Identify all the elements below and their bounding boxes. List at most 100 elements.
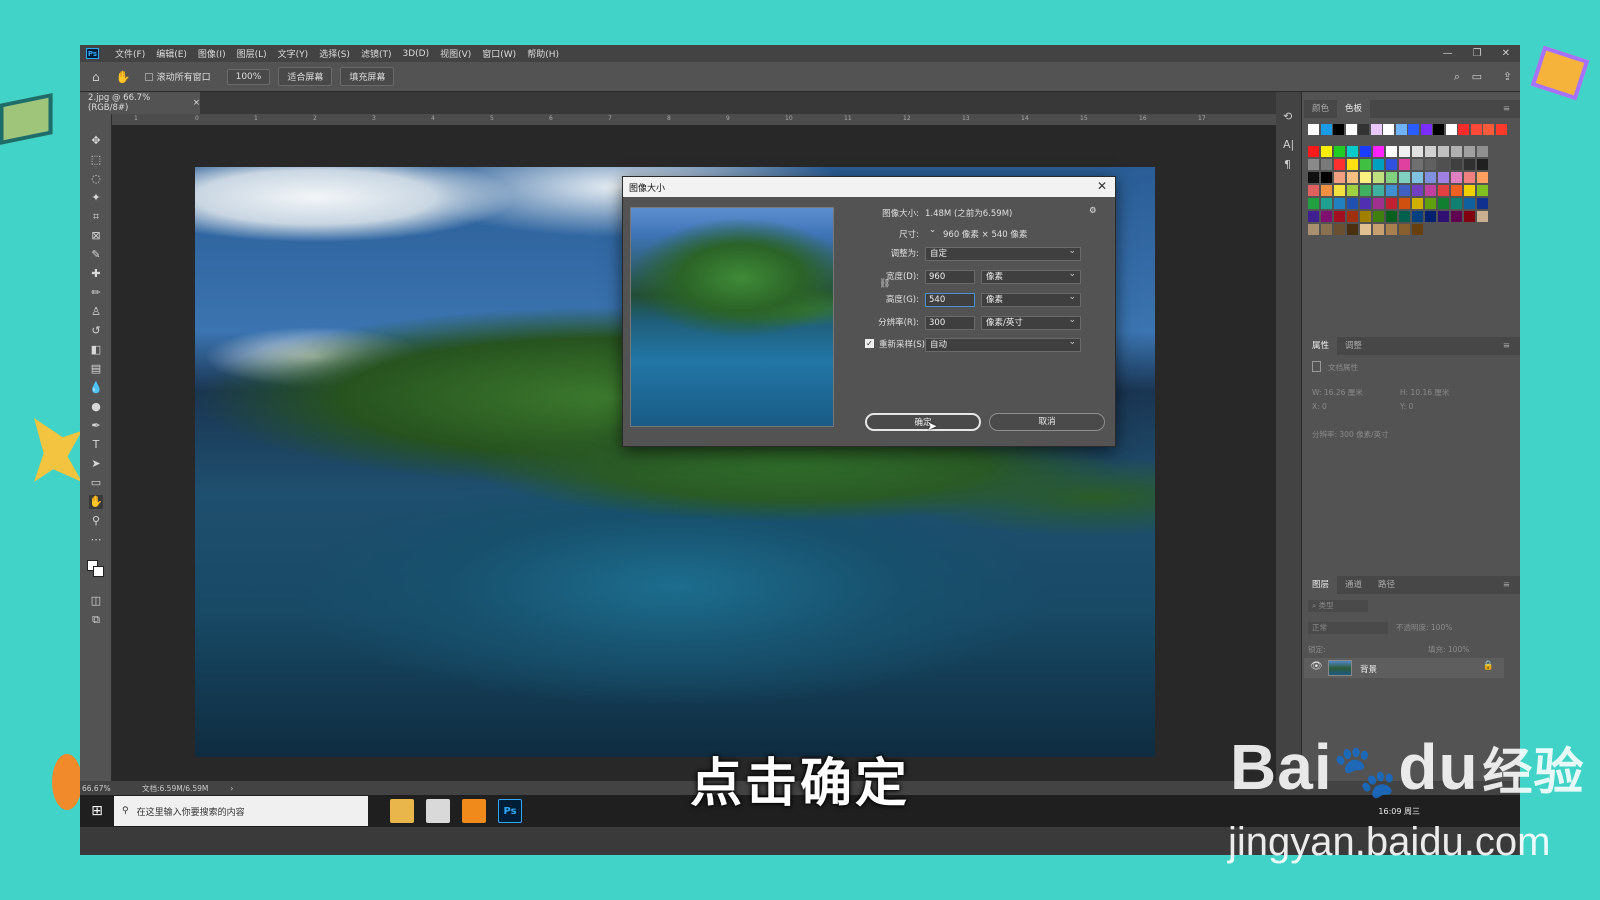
swatch[interactable] (1360, 172, 1371, 183)
swatch[interactable] (1438, 172, 1449, 183)
chevron-down-icon[interactable]: ⌄ (929, 225, 936, 235)
menu-file[interactable]: 文件(F) (115, 47, 145, 60)
swatch[interactable] (1464, 159, 1475, 170)
search-icon[interactable]: ⌕ (1454, 70, 1460, 84)
swatch[interactable] (1399, 185, 1410, 196)
swatch[interactable] (1386, 211, 1397, 222)
swatch[interactable] (1451, 146, 1462, 157)
swatch[interactable] (1420, 124, 1432, 135)
swatch[interactable] (1321, 185, 1332, 196)
swatch[interactable] (1358, 124, 1369, 135)
swatch[interactable] (1308, 124, 1319, 135)
swatch[interactable] (1425, 146, 1436, 157)
swatch[interactable] (1347, 146, 1358, 157)
resolution-unit-select[interactable]: 像素/英寸 (981, 314, 1081, 330)
swatch[interactable] (1360, 198, 1371, 209)
swatch[interactable] (1477, 172, 1488, 183)
swatch[interactable] (1386, 198, 1397, 209)
menu-help[interactable]: 帮助(H) (527, 47, 559, 60)
swatch[interactable] (1477, 146, 1488, 157)
move-tool-icon[interactable]: ✥ (89, 134, 103, 148)
swatch[interactable] (1373, 224, 1384, 235)
tab-properties[interactable]: 属性 (1304, 337, 1338, 355)
swatch[interactable] (1334, 211, 1345, 222)
swatch[interactable] (1470, 124, 1482, 135)
swatch[interactable] (1386, 159, 1397, 170)
swatch[interactable] (1477, 211, 1488, 222)
swatch[interactable] (1477, 159, 1488, 170)
swatch[interactable] (1438, 211, 1449, 222)
menu-filter[interactable]: 滤镜(T) (361, 47, 392, 60)
swatch[interactable] (1433, 124, 1444, 135)
swatch[interactable] (1399, 172, 1410, 183)
blend-mode-select[interactable]: 正常 (1308, 622, 1388, 634)
character-icon[interactable]: A| (1283, 138, 1294, 151)
swatch[interactable] (1395, 124, 1407, 135)
menu-select[interactable]: 选择(S) (319, 47, 350, 60)
visibility-eye-icon[interactable]: 👁 (1310, 661, 1323, 672)
menu-edit[interactable]: 编辑(E) (156, 47, 187, 60)
swatch[interactable] (1334, 185, 1345, 196)
swatch[interactable] (1373, 159, 1384, 170)
gradient-tool-icon[interactable]: ▤ (89, 362, 103, 376)
swatch[interactable] (1438, 146, 1449, 157)
swatch[interactable] (1383, 124, 1394, 135)
swatch[interactable] (1345, 124, 1357, 135)
swatch[interactable] (1347, 198, 1358, 209)
swatch[interactable] (1321, 211, 1332, 222)
swatch[interactable] (1451, 198, 1462, 209)
screen-mode-icon[interactable]: ⧉ (89, 613, 103, 627)
eyedropper-icon[interactable]: ✎ (89, 248, 103, 262)
swatch[interactable] (1438, 159, 1449, 170)
type-tool-icon[interactable]: T (89, 438, 103, 452)
swatch[interactable] (1438, 185, 1449, 196)
swatch[interactable] (1438, 198, 1449, 209)
swatch[interactable] (1360, 224, 1371, 235)
swatch[interactable] (1425, 185, 1436, 196)
swatch[interactable] (1464, 211, 1475, 222)
restore-icon[interactable]: ❐ (1473, 48, 1482, 59)
swatch[interactable] (1334, 159, 1345, 170)
frame-tool-icon[interactable]: ⊠ (89, 229, 103, 243)
swatch[interactable] (1308, 172, 1319, 183)
swatch[interactable] (1386, 224, 1397, 235)
home-icon[interactable]: ⌂ (92, 70, 100, 84)
swatch[interactable] (1451, 185, 1462, 196)
history-brush-icon[interactable]: ↺ (89, 324, 103, 338)
swatch[interactable] (1386, 146, 1397, 157)
swatch[interactable] (1373, 211, 1384, 222)
paragraph-icon[interactable]: ¶ (1284, 158, 1291, 171)
height-unit-select[interactable]: 像素 (981, 291, 1081, 307)
marquee-tool-icon[interactable]: ⬚ (89, 153, 103, 167)
layer-row[interactable]: 👁 背景 🔒 (1304, 658, 1504, 678)
swatch[interactable] (1308, 198, 1319, 209)
ok-button[interactable]: 确定 (865, 413, 981, 431)
swatch[interactable] (1334, 198, 1345, 209)
fill-screen-button[interactable]: 填充屏幕 (340, 67, 395, 86)
menu-window[interactable]: 窗口(W) (482, 47, 516, 60)
pen-tool-icon[interactable]: ✒ (89, 419, 103, 433)
swatch[interactable] (1477, 198, 1488, 209)
swatch[interactable] (1408, 124, 1419, 135)
height-input[interactable]: 540 (925, 293, 975, 307)
resolution-input[interactable]: 300 (925, 316, 975, 330)
layer-filter-kind[interactable]: ⌕ 类型 (1308, 600, 1368, 612)
fill-field[interactable]: 填充: 100% (1428, 644, 1469, 655)
panel-menu-icon[interactable]: ≡ (1495, 100, 1518, 118)
tab-channels[interactable]: 通道 (1337, 576, 1370, 594)
swatch[interactable] (1347, 172, 1358, 183)
swatch[interactable] (1373, 198, 1384, 209)
zoom-tool-icon[interactable]: ⚲ (89, 514, 103, 528)
image-preview[interactable] (630, 207, 834, 427)
checkbox-icon[interactable] (144, 72, 153, 81)
swatch[interactable] (1360, 211, 1371, 222)
tab-color[interactable]: 颜色 (1304, 100, 1337, 118)
swatch[interactable] (1321, 146, 1332, 157)
swatch[interactable] (1334, 146, 1345, 157)
swatch[interactable] (1373, 146, 1384, 157)
brush-tool-icon[interactable]: ✏ (89, 286, 103, 300)
swatch[interactable] (1464, 185, 1475, 196)
swatch[interactable] (1347, 185, 1358, 196)
history-icon[interactable]: ⟲ (1283, 110, 1292, 123)
blur-tool-icon[interactable]: 💧 (89, 381, 103, 395)
